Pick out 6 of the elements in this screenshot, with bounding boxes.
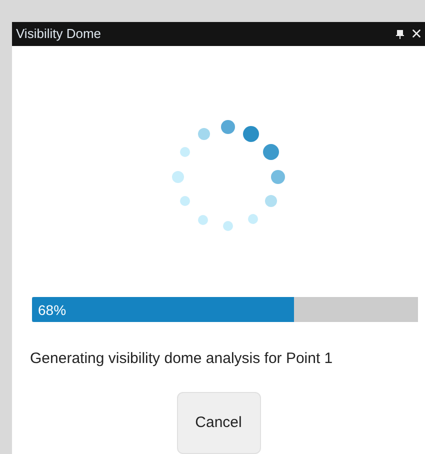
status-message: Generating visibility dome analysis for Point 1: [30, 348, 334, 368]
progress-reading: 68%: [38, 300, 66, 320]
window-title: Visibility Dome: [16, 25, 102, 44]
close-icon[interactable]: [410, 27, 423, 40]
pin-icon[interactable]: [396, 28, 404, 39]
cancel-button[interactable]: Cancel: [176, 392, 260, 454]
